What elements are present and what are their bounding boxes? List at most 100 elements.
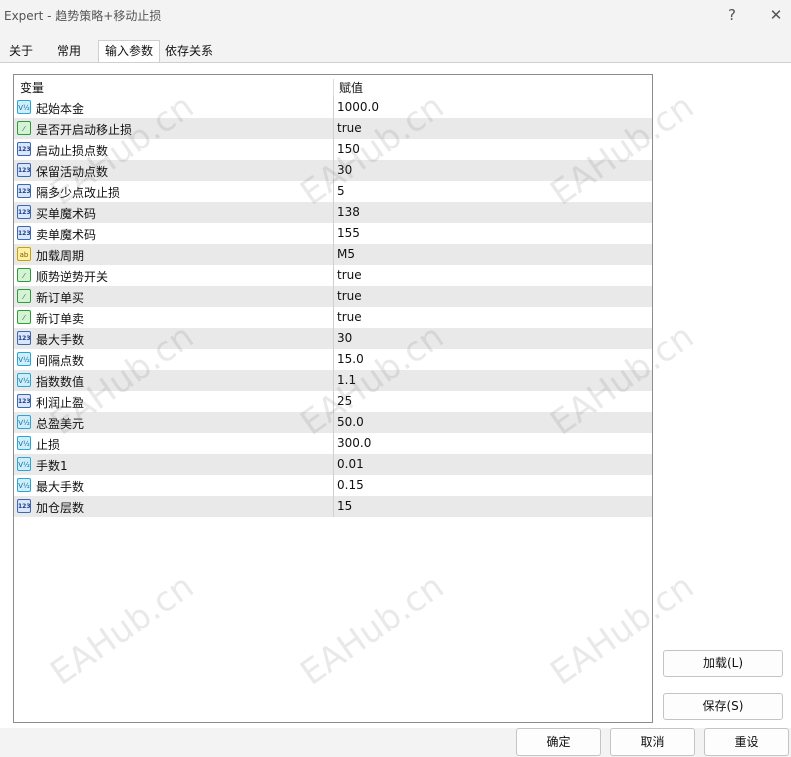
tab-inputs[interactable]: 输入参数 [98, 40, 160, 63]
tab-common[interactable]: 常用 [48, 41, 90, 62]
column-divider [333, 181, 334, 202]
double-type-icon: V½ [17, 352, 31, 366]
parameter-value[interactable]: 300.0 [337, 436, 371, 450]
tab-about[interactable]: 关于 [0, 41, 42, 62]
double-type-icon: V½ [17, 436, 31, 450]
parameter-value[interactable]: 0.15 [337, 478, 364, 492]
column-divider [333, 433, 334, 454]
table-row[interactable]: V½ 指数数值 1.1 [14, 370, 652, 391]
column-divider [333, 97, 334, 118]
parameter-value[interactable]: 25 [337, 394, 352, 408]
column-divider [333, 454, 334, 475]
column-header-variable[interactable]: 变量 [20, 79, 44, 96]
table-row[interactable]: 123 隔多少点改止损 5 [14, 181, 652, 202]
parameter-value[interactable]: M5 [337, 247, 355, 261]
table-row[interactable]: 123 卖单魔术码 155 [14, 223, 652, 244]
parameter-name: 新订单卖 [36, 312, 85, 326]
column-divider [333, 118, 334, 139]
parameter-name: 买单魔术码 [36, 207, 97, 221]
int-type-icon: 123 [17, 331, 31, 345]
table-row[interactable]: V½ 手数1 0.01 [14, 454, 652, 475]
parameter-value[interactable]: 15.0 [337, 352, 364, 366]
table-row[interactable]: ⁄ 新订单买 true [14, 286, 652, 307]
column-header-value[interactable]: 赋值 [339, 79, 363, 96]
table-row[interactable]: 123 加仓层数 15 [14, 496, 652, 517]
reset-button[interactable]: 重设 [704, 728, 789, 756]
table-row[interactable]: 123 保留活动点数 30 [14, 160, 652, 181]
table-row[interactable]: V½ 间隔点数 15.0 [14, 349, 652, 370]
parameter-name: 止损 [36, 438, 61, 452]
help-icon[interactable]: ? [718, 4, 746, 26]
column-divider [333, 307, 334, 328]
column-divider [333, 223, 334, 244]
int-type-icon: 123 [17, 499, 31, 513]
parameter-name: 卖单魔术码 [36, 228, 97, 242]
parameter-value[interactable]: true [337, 121, 362, 135]
table-row[interactable]: ab 加载周期 M5 [14, 244, 652, 265]
tab-bar: 关于 常用 输入参数 依存关系 [0, 40, 791, 63]
str-type-icon: ab [17, 247, 31, 261]
parameter-name: 间隔点数 [36, 354, 85, 368]
column-divider [333, 391, 334, 412]
table-row[interactable]: V½ 止损 300.0 [14, 433, 652, 454]
table-row[interactable]: 123 最大手数 30 [14, 328, 652, 349]
parameter-name: 利润止盈 [36, 396, 85, 410]
parameter-name: 加仓层数 [36, 501, 85, 515]
parameter-value[interactable]: true [337, 268, 362, 282]
table-row[interactable]: 123 启动止损点数 150 [14, 139, 652, 160]
parameter-value[interactable]: 150 [337, 142, 360, 156]
column-divider [333, 244, 334, 265]
bool-type-icon: ⁄ [17, 268, 31, 282]
double-type-icon: V½ [17, 457, 31, 471]
load-button[interactable]: 加载(L) [663, 650, 783, 677]
double-type-icon: V½ [17, 478, 31, 492]
column-divider [333, 160, 334, 181]
table-row[interactable]: ⁄ 是否开启动移止损 true [14, 118, 652, 139]
parameter-name: 隔多少点改止损 [36, 186, 121, 200]
column-divider [333, 286, 334, 307]
int-type-icon: 123 [17, 184, 31, 198]
save-button[interactable]: 保存(S) [663, 693, 783, 720]
parameter-name: 加载周期 [36, 249, 85, 263]
double-type-icon: V½ [17, 415, 31, 429]
parameter-value[interactable]: 1.1 [337, 373, 356, 387]
column-divider [333, 496, 334, 517]
table-row[interactable]: V½ 起始本金 1000.0 [14, 97, 652, 118]
parameter-name: 起始本金 [36, 102, 85, 116]
table-row[interactable]: V½ 总盈美元 50.0 [14, 412, 652, 433]
table-row[interactable]: 123 买单魔术码 138 [14, 202, 652, 223]
parameter-name: 总盈美元 [36, 417, 85, 431]
cancel-button[interactable]: 取消 [610, 728, 695, 756]
close-icon[interactable]: ✕ [762, 4, 790, 26]
parameter-value[interactable]: 50.0 [337, 415, 364, 429]
parameter-value[interactable]: 5 [337, 184, 345, 198]
double-type-icon: V½ [17, 373, 31, 387]
column-divider [333, 202, 334, 223]
inputs-panel: 变量 赋值 V½ 起始本金 1000.0 ⁄ 是否开启动移止损 true 123 启动止损点数… [0, 62, 791, 728]
table-row[interactable]: V½ 最大手数 0.15 [14, 475, 652, 496]
bool-type-icon: ⁄ [17, 121, 31, 135]
parameter-name: 启动止损点数 [36, 144, 109, 158]
parameters-grid: 变量 赋值 V½ 起始本金 1000.0 ⁄ 是否开启动移止损 true 123 启动止损点数… [13, 74, 653, 723]
parameter-value[interactable]: 30 [337, 331, 352, 345]
parameter-name: 保留活动点数 [36, 165, 109, 179]
parameter-name: 最大手数 [36, 333, 85, 347]
parameter-value[interactable]: 0.01 [337, 457, 364, 471]
parameter-value[interactable]: true [337, 310, 362, 324]
ok-button[interactable]: 确定 [516, 728, 601, 756]
table-row[interactable]: ⁄ 顺势逆势开关 true [14, 265, 652, 286]
parameter-value[interactable]: 155 [337, 226, 360, 240]
parameter-name: 顺势逆势开关 [36, 270, 109, 284]
tab-dependencies[interactable]: 依存关系 [160, 41, 218, 62]
window-title: Expert - 趋势策略+移动止损 [4, 9, 162, 23]
table-row[interactable]: ⁄ 新订单卖 true [14, 307, 652, 328]
int-type-icon: 123 [17, 205, 31, 219]
parameter-value[interactable]: true [337, 289, 362, 303]
parameter-value[interactable]: 1000.0 [337, 100, 379, 114]
parameter-value[interactable]: 30 [337, 163, 352, 177]
table-row[interactable]: 123 利润止盈 25 [14, 391, 652, 412]
column-divider [333, 412, 334, 433]
parameter-value[interactable]: 15 [337, 499, 352, 513]
column-divider [333, 328, 334, 349]
parameter-value[interactable]: 138 [337, 205, 360, 219]
